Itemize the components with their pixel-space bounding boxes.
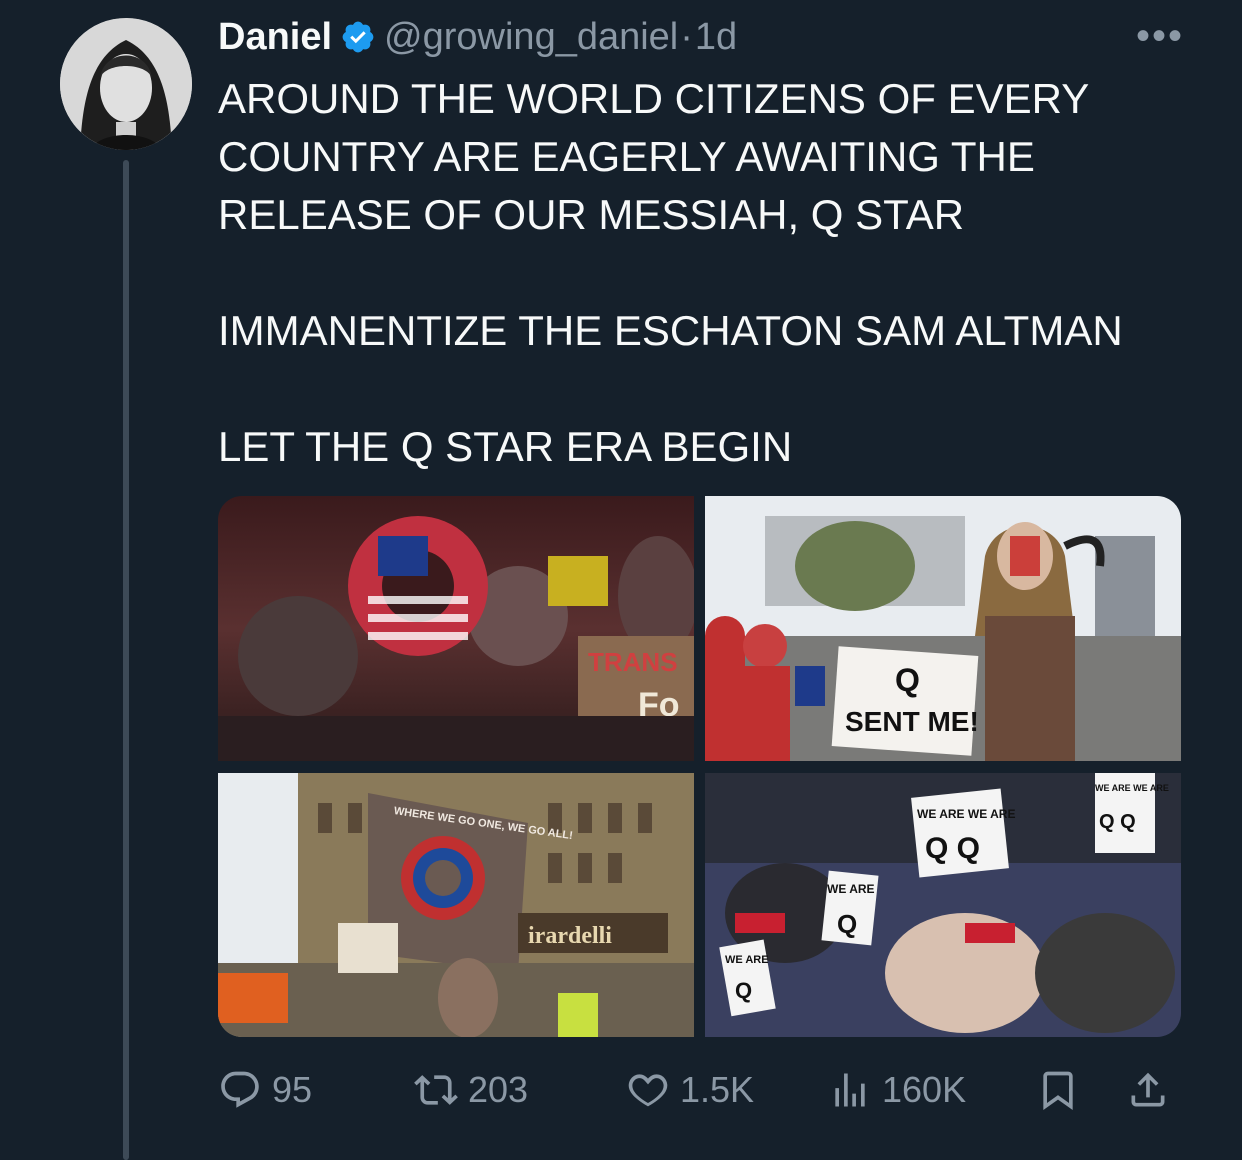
action-bar: 95 203 1.5K 160K — [218, 1060, 1178, 1120]
views-button[interactable]: 160K — [828, 1068, 966, 1112]
reply-count: 95 — [272, 1069, 313, 1110]
bookmark-icon — [1043, 1071, 1073, 1111]
img4-sign2-text: WE ARE — [827, 882, 875, 896]
media-image-1[interactable]: TRANS Fo — [218, 496, 694, 761]
reply-icon — [221, 1071, 259, 1108]
img4-sign2-q: Q — [837, 909, 857, 939]
verified-badge-icon — [342, 21, 374, 53]
img4-sign1-text: WE ARE WE ARE — [917, 807, 1015, 821]
img2-sign-q: Q — [895, 662, 920, 698]
tweet-text: AROUND THE WORLD CITIZENS OF EVERY COUNT… — [218, 70, 1208, 476]
media-image-3[interactable]: WHERE WE GO ONE, WE GO ALL! irardelli — [218, 773, 694, 1037]
tweet-paragraph: IMMANENTIZE THE ESCHATON SAM ALTMAN — [218, 307, 1123, 354]
views-icon — [835, 1073, 865, 1107]
like-button[interactable]: 1.5K — [626, 1068, 754, 1112]
author-handle[interactable]: @growing_daniel — [384, 16, 678, 59]
separator-dot: · — [680, 15, 693, 58]
views-count: 160K — [882, 1069, 967, 1110]
bookmark-button[interactable] — [1036, 1068, 1080, 1112]
retweet-count: 203 — [468, 1069, 529, 1110]
tweet-paragraph: LET THE Q STAR ERA BEGIN — [218, 423, 793, 470]
avatar[interactable] — [60, 18, 192, 150]
media-image-2[interactable]: Q SENT ME! — [705, 496, 1181, 761]
media-image-4[interactable]: WE ARE WE ARE Q Q WE ARE Q WE ARE Q WE A… — [705, 773, 1181, 1037]
img2-sign-text: SENT ME! — [845, 706, 979, 737]
img4-sign4-text: WE ARE WE ARE — [1095, 783, 1169, 793]
img3-store-text: irardelli — [528, 923, 612, 949]
share-button[interactable] — [1126, 1068, 1170, 1112]
author-name[interactable]: Daniel — [218, 16, 332, 59]
retweet-button[interactable]: 203 — [414, 1068, 528, 1112]
img4-sign1-q: Q Q — [925, 832, 980, 865]
more-options-icon[interactable]: ••• — [1136, 16, 1184, 56]
media-grid: TRANS Fo Q SENT ME! WHERE WE GO ONE, WE … — [218, 496, 1181, 1037]
avatar-photo — [60, 18, 192, 150]
img4-sign4-q: Q Q — [1099, 811, 1136, 833]
tweet-paragraph: AROUND THE WORLD CITIZENS OF EVERY COUNT… — [218, 75, 1089, 238]
timestamp[interactable]: 1d — [695, 16, 737, 59]
img4-sign3-q: Q — [735, 978, 752, 1003]
heart-icon — [628, 1074, 668, 1107]
reply-button[interactable]: 95 — [218, 1068, 312, 1112]
retweet-icon — [414, 1075, 458, 1105]
tweet-header: Daniel @growing_daniel · 1d — [218, 14, 737, 60]
share-icon — [1131, 1072, 1165, 1107]
img4-sign3-text: WE ARE — [725, 954, 769, 966]
like-count: 1.5K — [680, 1069, 755, 1110]
thread-line — [123, 160, 129, 1160]
img1-sign-text: TRANS — [588, 647, 678, 677]
